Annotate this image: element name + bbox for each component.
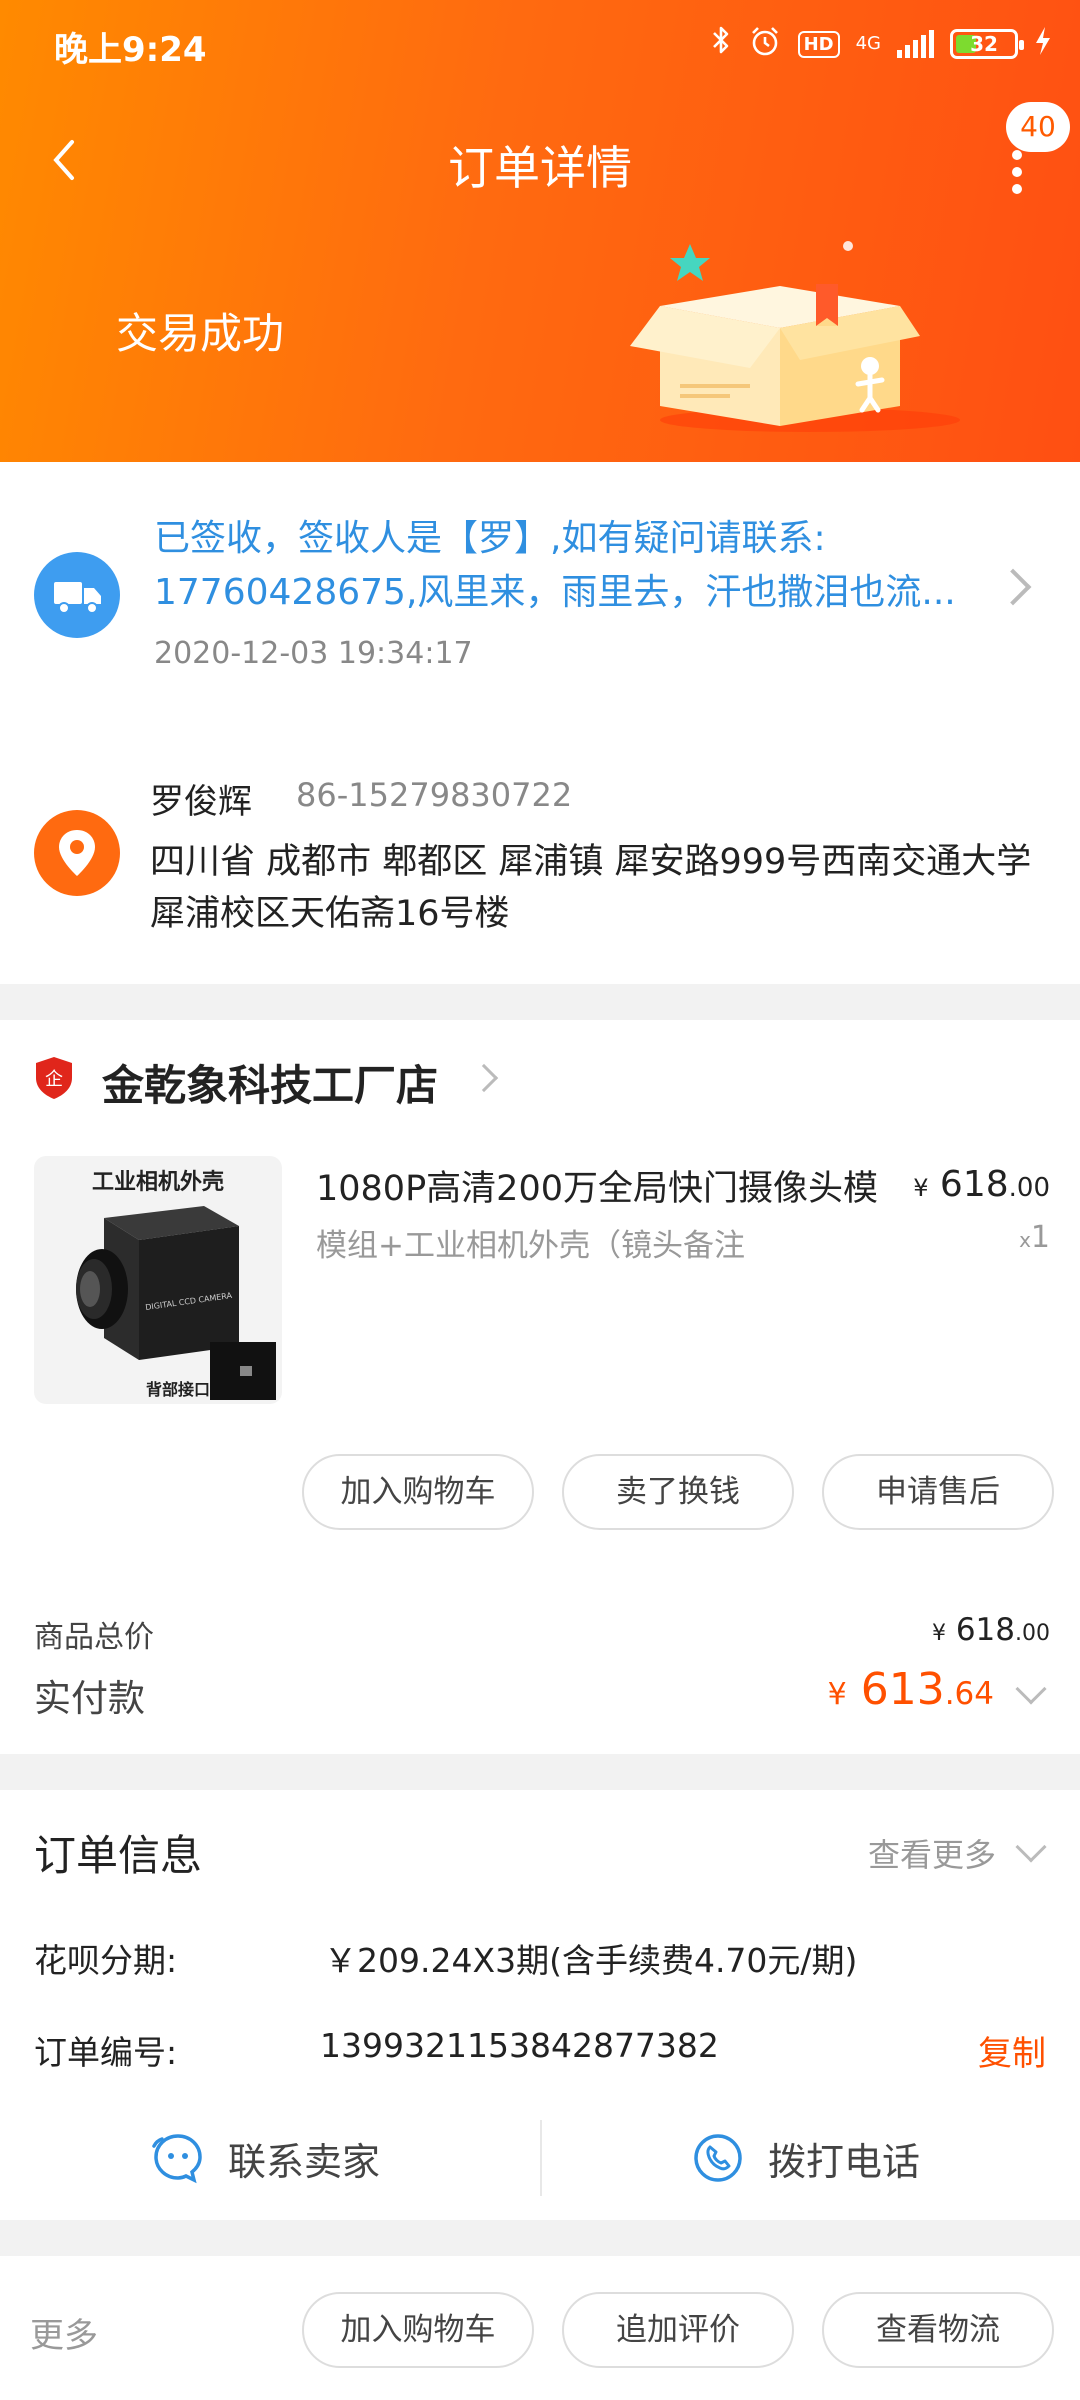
- goods-total-dec: .00: [1015, 1621, 1050, 1646]
- resell-button[interactable]: 卖了换钱: [562, 1454, 794, 1530]
- add-review-button[interactable]: 追加评价: [562, 2292, 794, 2368]
- see-more-button[interactable]: 查看更多: [868, 1830, 996, 1876]
- contact-divider: [540, 2120, 542, 2196]
- product-title[interactable]: 1080P高清200万全局快门摄像头模: [316, 1160, 906, 1211]
- product-sku: 模组+工业相机外壳（镜头备注: [316, 1228, 745, 1264]
- copy-order-number-button[interactable]: 复制: [978, 2026, 1046, 2075]
- call-phone-label: 拨打电话: [768, 2139, 921, 2184]
- status-time: 晚上9:24: [54, 30, 207, 70]
- paid-amount-label: 实付款: [34, 1677, 145, 1720]
- add-to-cart-button[interactable]: 加入购物车: [302, 1454, 534, 1530]
- truck-icon: [34, 552, 120, 638]
- installment-label: 花呗分期:: [34, 1941, 178, 1980]
- paid-amount-int: 613: [860, 1664, 945, 1715]
- trade-status: 交易成功: [116, 309, 285, 358]
- goods-total-int: 618: [955, 1612, 1015, 1648]
- product-price-currency: ¥: [913, 1174, 929, 1202]
- call-phone-button[interactable]: 拨打电话: [690, 2116, 920, 2200]
- package-box-illustration: [630, 241, 960, 432]
- view-logistics-button[interactable]: 查看物流: [822, 2292, 1054, 2368]
- network-indicator: 4G: [856, 35, 881, 53]
- hd-icon: HD: [797, 30, 840, 58]
- message-count-badge: 40: [1006, 102, 1070, 152]
- receiver-address: 四川省 成都市 郫都区 犀浦镇 犀安路999号西南交通大学犀浦校区天佑斋16号楼: [150, 842, 1032, 934]
- product-price-dec: .00: [1008, 1173, 1050, 1203]
- order-number-label: 订单编号:: [34, 2033, 178, 2072]
- logistics-time: 2020-12-03 19:34:17: [154, 636, 473, 671]
- order-header: 晚上9:24 HD 4G 32 订单详情 40 交易成功: [0, 0, 1080, 462]
- goods-total-currency: ¥: [931, 1621, 946, 1646]
- camera-picture: DIGITAL CCD CAMERA: [76, 1206, 276, 1400]
- after-sale-button[interactable]: 申请售后: [822, 1454, 1054, 1530]
- product-image[interactable]: 工业相机外壳 DIGITAL CCD CAMERA 背部接口: [34, 1156, 282, 1404]
- status-bar: 晚上9:24 HD 4G 32: [0, 0, 1080, 90]
- product-price-int: 618: [939, 1164, 1009, 1205]
- contact-seller-label: 联系卖家: [228, 2139, 381, 2184]
- shop-logo-icon: 企: [34, 1056, 74, 1100]
- order-info-title: 订单信息: [34, 1831, 203, 1880]
- product-price: ¥ 618.00: [913, 1164, 1050, 1205]
- goods-total-value: ¥ 618.00: [932, 1612, 1050, 1648]
- paid-amount-dec: .64: [944, 1676, 994, 1712]
- receiver-phone: 86-15279830722: [296, 776, 573, 814]
- bottom-more-button[interactable]: 更多: [30, 2308, 98, 2357]
- more-menu-button[interactable]: [1002, 150, 1032, 200]
- paid-amount-currency: ¥: [827, 1677, 847, 1712]
- battery-level: 32: [970, 32, 998, 56]
- product-image-back-caption: 背部接口: [146, 1380, 211, 1399]
- shop-logo-text: 企: [45, 1069, 63, 1090]
- charging-icon: [1034, 26, 1052, 63]
- signal-icon: [897, 30, 934, 58]
- phone-icon: [694, 2134, 742, 2182]
- logistics-line-1: 已签收，签收人是【罗】,如有疑问请联系:: [154, 518, 826, 559]
- product-quantity: x1: [1019, 1220, 1050, 1255]
- contact-seller-button[interactable]: 联系卖家: [150, 2116, 380, 2200]
- paid-amount-value[interactable]: ¥ 613.64: [828, 1664, 994, 1715]
- chat-face-icon: [152, 2134, 202, 2184]
- bottom-add-to-cart-button[interactable]: 加入购物车: [302, 2292, 534, 2368]
- bluetooth-icon: [710, 24, 732, 64]
- product-quantity-value: 1: [1030, 1220, 1050, 1255]
- product-quantity-x: x: [1019, 1228, 1031, 1252]
- receiver-name: 罗俊辉: [150, 782, 252, 822]
- goods-total-label: 商品总价: [34, 1620, 154, 1655]
- logistics-line-2: 17760428675,风里来，雨里去，汗也撒泪也流...: [154, 572, 956, 613]
- shop-name-link[interactable]: 金乾象科技工厂店: [102, 1052, 438, 1113]
- order-number-value: 1399321153842877382: [320, 2026, 719, 2065]
- status-icons: HD 4G 32: [710, 24, 1052, 64]
- installment-value: ￥209.24X3期(含手续费4.70元/期): [324, 1941, 858, 1980]
- page-title: 订单详情: [448, 141, 632, 195]
- more-dots-icon: [1012, 150, 1022, 160]
- network-type: 4G: [855, 33, 881, 54]
- alarm-icon: [748, 25, 782, 64]
- battery-icon: 32: [950, 29, 1024, 59]
- logistics-status-link[interactable]: 已签收，签收人是【罗】,如有疑问请联系: 17760428675,风里来，雨里去…: [154, 512, 984, 620]
- location-pin-icon: [34, 810, 120, 896]
